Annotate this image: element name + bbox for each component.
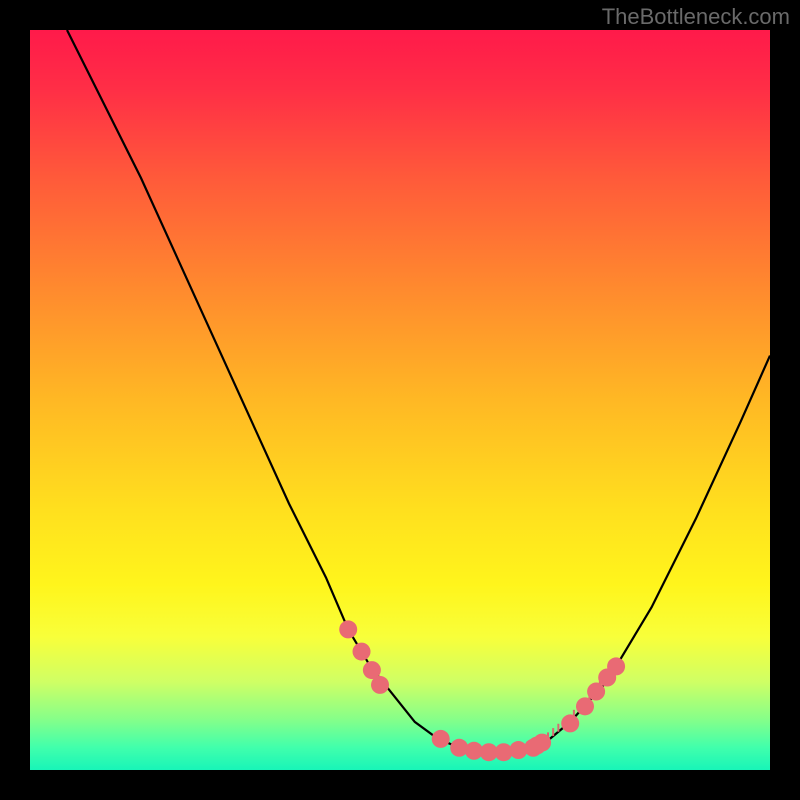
data-marker xyxy=(432,730,450,748)
plot-area xyxy=(30,30,770,770)
data-marker xyxy=(339,620,357,638)
chart-overlay xyxy=(30,30,770,770)
bottleneck-curve xyxy=(67,30,770,752)
data-marker xyxy=(607,657,625,675)
watermark-text: TheBottleneck.com xyxy=(602,4,790,30)
data-marker xyxy=(576,697,594,715)
data-marker xyxy=(587,683,605,701)
data-marker xyxy=(561,714,579,732)
markers-group xyxy=(339,620,625,761)
data-marker xyxy=(450,739,468,757)
data-marker xyxy=(371,676,389,694)
data-marker xyxy=(353,643,371,661)
chart-container: TheBottleneck.com xyxy=(0,0,800,800)
data-marker xyxy=(533,734,551,752)
